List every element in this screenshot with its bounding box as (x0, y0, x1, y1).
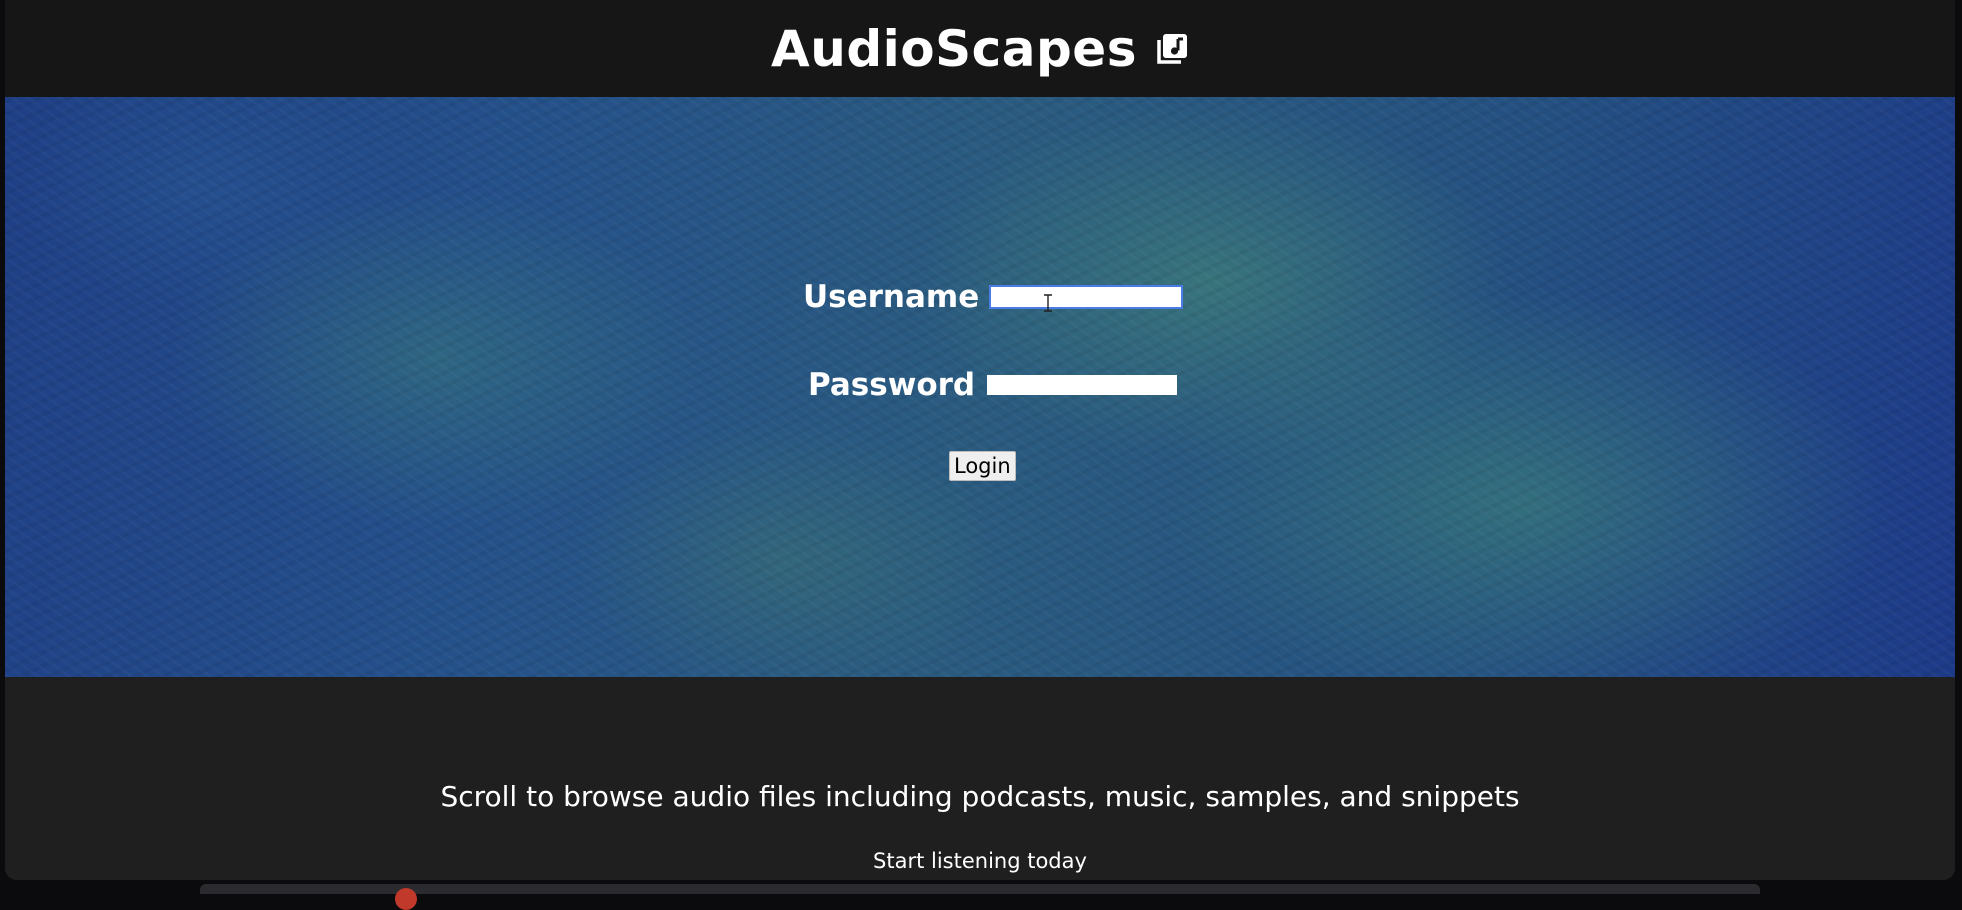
dock-bar (200, 884, 1760, 894)
username-row: Username (803, 279, 1182, 315)
username-label: Username (803, 279, 980, 315)
login-form: Username Password Login (5, 97, 1955, 677)
site-footer: Scroll to browse audio files including p… (5, 677, 1955, 880)
footer-tagline: Scroll to browse audio files including p… (440, 780, 1520, 813)
password-label: Password (808, 367, 976, 403)
site-title: AudioScapes (771, 19, 1137, 78)
footer-subtext: Start listening today (873, 849, 1087, 873)
hero-banner: Username Password Login (5, 97, 1955, 677)
brand: AudioScapes (771, 20, 1189, 78)
login-button[interactable]: Login (949, 451, 1016, 481)
browser-window: AudioScapes Username Password Login Scro… (5, 0, 1955, 880)
site-header: AudioScapes (5, 0, 1955, 97)
password-input[interactable] (987, 375, 1178, 395)
text-cursor-icon (1044, 294, 1052, 312)
password-row: Password (808, 367, 1178, 403)
username-input[interactable] (991, 287, 1182, 307)
dock-app-icon[interactable] (395, 888, 417, 910)
music-note-square-icon (1157, 33, 1187, 64)
